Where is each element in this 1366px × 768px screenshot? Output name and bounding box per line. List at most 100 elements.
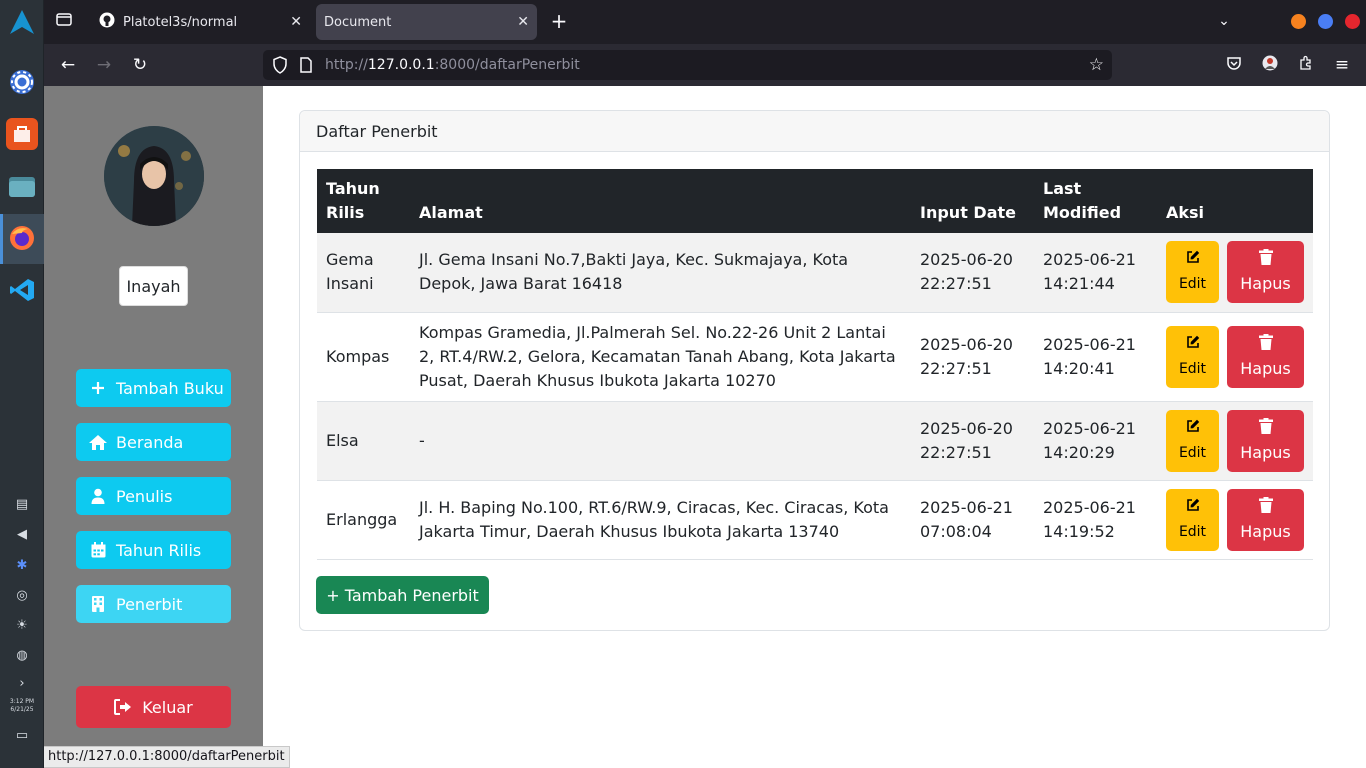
chevron-right-icon[interactable]: › — [13, 674, 31, 692]
penerbit-card: Daftar Penerbit Tahun Rilis Alamat Input… — [299, 110, 1330, 631]
edit-label: Edit — [1178, 523, 1207, 540]
forward-arrow-icon[interactable]: → — [93, 55, 115, 75]
vscode-icon[interactable] — [6, 274, 38, 306]
cell-alamat: - — [410, 401, 911, 481]
trash-icon — [1258, 496, 1273, 520]
files-icon[interactable] — [6, 170, 38, 202]
sidebar-item-penerbit[interactable]: Penerbit — [76, 585, 231, 623]
edit-label: Edit — [1178, 276, 1207, 293]
table-row: Kompas Kompas Gramedia, Jl.Palmerah Sel.… — [317, 312, 1313, 402]
sidebar-item-penulis[interactable]: Penulis — [76, 477, 231, 515]
list-tabs-chevron-down-icon[interactable]: ⌄ — [1213, 11, 1235, 31]
plus-icon — [88, 381, 108, 395]
edit-button[interactable]: Edit — [1166, 241, 1219, 304]
cell-name: Kompas — [317, 312, 410, 402]
add-penerbit-button[interactable]: + Tambah Penerbit — [316, 576, 489, 614]
delete-button[interactable]: Hapus — [1227, 241, 1304, 304]
tab-overview-icon[interactable] — [53, 11, 75, 32]
sidebar-item-tahun-rilis[interactable]: Tahun Rilis — [76, 531, 231, 569]
url-bar[interactable]: http://127.0.0.1:8000/daftarPenerbit ☆ — [263, 50, 1112, 80]
delete-label: Hapus — [1240, 274, 1291, 294]
edit-icon — [1186, 248, 1200, 272]
column-header: Input Date — [911, 169, 1034, 233]
window-minimize-button[interactable] — [1291, 14, 1306, 29]
network-icon[interactable]: ◎ — [13, 586, 31, 604]
delete-button[interactable]: Hapus — [1227, 325, 1304, 388]
edit-button[interactable]: Edit — [1166, 409, 1219, 472]
calendar-icon — [88, 542, 108, 558]
tab-document[interactable]: Document ✕ — [316, 4, 537, 40]
penerbit-table: Tahun Rilis Alamat Input Date Last Modif… — [317, 169, 1313, 560]
cell-last-modified: 2025-06-21 14:19:52 — [1034, 480, 1157, 560]
account-avatar-icon[interactable] — [1259, 55, 1281, 76]
sidebar-item-beranda[interactable]: Beranda — [76, 423, 231, 461]
window-maximize-button[interactable] — [1318, 14, 1333, 29]
shield-icon[interactable] — [272, 56, 288, 78]
firefox-icon[interactable] — [6, 222, 38, 254]
cell-actions: Edit Hapus — [1157, 312, 1313, 402]
globe-icon[interactable]: ◍ — [13, 646, 31, 664]
window-close-button[interactable] — [1345, 14, 1360, 29]
store-icon[interactable] — [6, 118, 38, 150]
clipboard-icon[interactable]: ▤ — [13, 495, 31, 513]
url-path: :8000/daftarPenerbit — [434, 57, 580, 73]
column-header: Tahun Rilis — [317, 169, 410, 233]
menu-hamburger-icon[interactable]: ≡ — [1331, 55, 1353, 75]
table-row: Gema Insani Jl. Gema Insani No.7,Bakti J… — [317, 233, 1313, 313]
edit-button[interactable]: Edit — [1166, 488, 1219, 551]
avatar — [104, 126, 204, 226]
edit-label: Edit — [1178, 444, 1207, 461]
browser-tab-bar: Platotel3s/normal ✕ Document ✕ + ⌄ — [44, 0, 1366, 44]
dock-clock: 3:12 PM 6/21/25 — [4, 698, 40, 714]
bluetooth-icon[interactable]: ✱ — [13, 556, 31, 574]
column-header: Alamat — [410, 169, 911, 233]
sidebar-item-label: Tambah Buku — [116, 378, 224, 398]
arch-launcher-icon[interactable] — [6, 6, 38, 38]
bookmark-star-icon[interactable]: ☆ — [1089, 55, 1104, 75]
cell-actions: Edit Hapus — [1157, 401, 1313, 481]
cell-last-modified: 2025-06-21 14:20:41 — [1034, 312, 1157, 402]
delete-button[interactable]: Hapus — [1227, 409, 1304, 472]
cell-input-date: 2025-06-20 22:27:51 — [911, 233, 1034, 313]
delete-label: Hapus — [1240, 358, 1291, 378]
settings-gear-icon[interactable] — [6, 66, 38, 98]
github-icon — [99, 12, 115, 32]
delete-button[interactable]: Hapus — [1227, 488, 1304, 551]
column-header: Aksi — [1157, 169, 1313, 233]
edit-icon — [1186, 496, 1200, 520]
edit-button[interactable]: Edit — [1166, 325, 1219, 388]
logout-button[interactable]: Keluar — [76, 686, 231, 728]
url-text[interactable]: http://127.0.0.1:8000/daftarPenerbit — [325, 57, 580, 73]
cell-last-modified: 2025-06-21 14:21:44 — [1034, 233, 1157, 313]
home-icon — [88, 434, 108, 451]
cell-input-date: 2025-06-20 22:27:51 — [911, 312, 1034, 402]
cell-actions: Edit Hapus — [1157, 480, 1313, 560]
tab-close-icon[interactable]: ✕ — [517, 14, 529, 30]
cell-input-date: 2025-06-20 22:27:51 — [911, 401, 1034, 481]
building-icon — [88, 596, 108, 612]
sidebar-item-tambah-buku[interactable]: Tambah Buku — [76, 369, 231, 407]
cell-actions: Edit Hapus — [1157, 233, 1313, 313]
tab-title: Document — [324, 14, 392, 30]
new-tab-icon[interactable]: + — [548, 11, 570, 31]
sidebar-item-label: Penerbit — [116, 594, 183, 614]
pocket-icon[interactable] — [1223, 55, 1245, 76]
extensions-icon[interactable] — [1295, 55, 1317, 76]
back-arrow-icon[interactable]: ← — [57, 55, 79, 75]
trash-icon — [1258, 248, 1273, 272]
url-host: 127.0.0.1 — [367, 57, 435, 73]
cell-name: Elsa — [317, 401, 410, 481]
tab-github[interactable]: Platotel3s/normal ✕ — [90, 4, 310, 40]
sidebar-item-label: Tahun Rilis — [116, 540, 202, 560]
page-icon[interactable] — [299, 57, 313, 77]
column-header: Last Modified — [1034, 169, 1157, 233]
brightness-icon[interactable]: ☀ — [13, 616, 31, 634]
show-desktop-icon[interactable]: ▭ — [13, 726, 31, 744]
tab-close-icon[interactable]: ✕ — [290, 14, 302, 30]
reload-icon[interactable]: ↻ — [129, 55, 151, 75]
volume-icon[interactable]: ◀ — [13, 525, 31, 543]
sidebar-item-label: Penulis — [116, 486, 173, 506]
edit-icon — [1186, 417, 1200, 441]
clock-date: 6/21/25 — [10, 706, 34, 713]
username-badge: Inayah — [119, 266, 188, 306]
